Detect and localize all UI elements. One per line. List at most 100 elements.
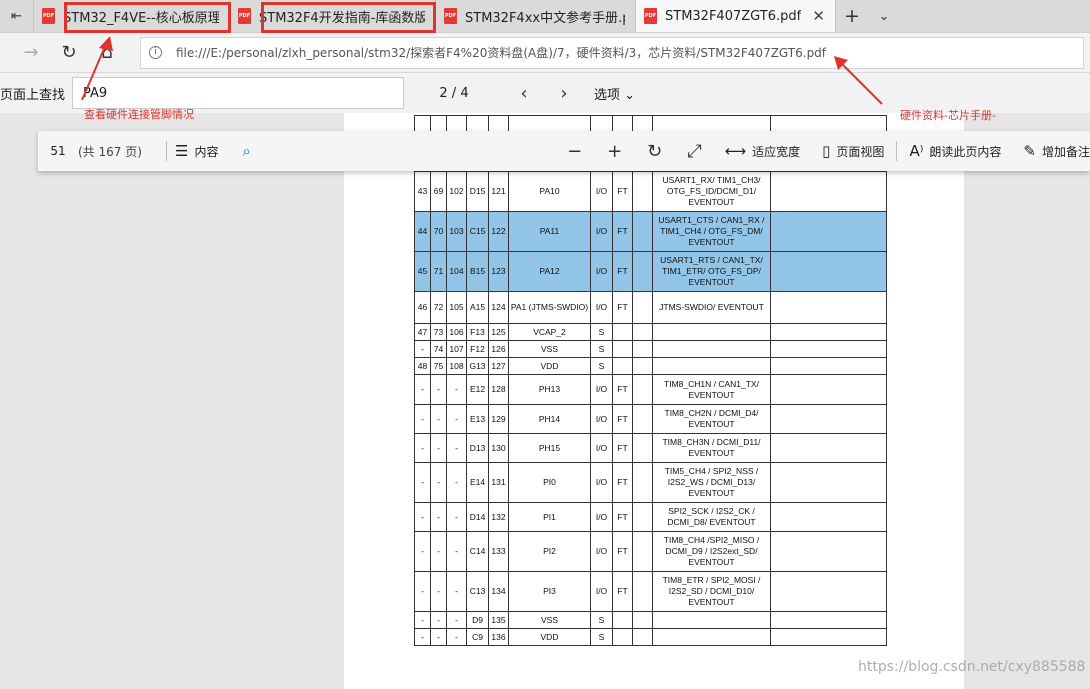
table-row: - - - C9 136 VDD S — [414, 628, 887, 646]
find-input[interactable]: PA9 — [72, 77, 404, 109]
table-cell: 102 — [446, 171, 467, 212]
cell-text: - — [437, 586, 440, 596]
page-number-input[interactable]: 51 — [38, 144, 78, 158]
pdf-icon: PDF — [238, 8, 251, 24]
cell-text: S — [598, 614, 605, 625]
table-cell: 47 — [414, 323, 431, 341]
add-note-button[interactable]: ✎ 增加备注 — [1023, 142, 1090, 160]
table-cell: - — [414, 433, 431, 463]
table-cell: - — [446, 374, 467, 405]
tab-list-button[interactable]: ⌄ — [868, 0, 900, 32]
table-cell: USART1_RTS / CAN1_TX/ TIM1_ETR/ OTG_FS_D… — [652, 251, 771, 292]
table-cell: 124 — [488, 291, 509, 324]
page-total: (共 167 页) — [78, 144, 142, 159]
cell-text: I/O — [595, 266, 608, 276]
table-cell: PH14 — [508, 404, 591, 434]
cell-text: - — [437, 384, 440, 394]
table-cell: 127 — [488, 357, 509, 375]
table-cell: 129 — [488, 404, 509, 434]
cell-text: - — [421, 384, 424, 394]
table-cell: I/O — [590, 251, 613, 292]
cell-text: 106 — [449, 326, 464, 337]
tab-datasheet[interactable]: PDF STM32F407ZGT6.pdf ✕ — [636, 0, 836, 32]
table-cell: 136 — [488, 628, 509, 646]
table-cell: - — [446, 502, 467, 532]
refresh-button[interactable]: ↻ — [50, 35, 88, 71]
table-cell: - — [446, 462, 467, 503]
zoom-in-button[interactable]: + — [595, 141, 635, 162]
cell-text: FT — [617, 546, 628, 556]
cell-text: C13 — [469, 586, 486, 596]
table-row: 48 75 108 G13 127 VDD S — [414, 357, 887, 375]
table-cell: - — [430, 571, 447, 612]
pdf-viewer[interactable]: 4268101E15120PA9I/OFTI2C3_SMBA / DCMI_D0… — [0, 113, 1090, 689]
page-icon: ▯ — [822, 142, 831, 160]
info-icon[interactable]: i — [149, 46, 162, 59]
read-aloud-button[interactable]: A⁾ 朗读此页内容 — [909, 142, 1001, 160]
new-tab-button[interactable]: + — [836, 0, 868, 32]
table-cell — [770, 433, 887, 463]
search-button[interactable]: ⌕ — [242, 142, 256, 160]
cell-text: 71 — [433, 266, 444, 276]
fit-width-icon: ⟷ — [724, 142, 747, 160]
table-cell: PH13 — [508, 374, 591, 405]
tab-actions-button[interactable]: ⇤ — [0, 0, 34, 32]
table-cell: 107 — [446, 340, 467, 358]
table-cell — [770, 404, 887, 434]
tab-reference-manual[interactable]: PDF STM32F4xx中文参考手册.pc — [436, 0, 636, 32]
close-icon[interactable]: ✕ — [802, 7, 825, 25]
table-cell — [632, 323, 653, 341]
table-cell: I/O — [590, 462, 613, 503]
table-cell: F12 — [466, 340, 489, 358]
pen-icon: ✎ — [1023, 142, 1036, 160]
cell-text: PI0 — [543, 477, 556, 487]
tab-schematic[interactable]: PDF STM32_F4VE--核心板原理图 — [34, 0, 230, 32]
tab-dev-guide[interactable]: PDF STM32F4开发指南-库函数版 — [230, 0, 436, 32]
table-cell: FT — [612, 211, 633, 252]
table-cell: 105 — [446, 291, 467, 324]
cell-text: - — [437, 442, 440, 453]
contents-button[interactable]: ☰ 内容 — [175, 142, 218, 160]
cell-text: FT — [617, 226, 628, 236]
tab-strip: ⇤ PDF STM32_F4VE--核心板原理图 PDF STM32F4开发指南… — [0, 0, 1090, 33]
table-row: - - - D14 132 PI1 I/O FT SPI2_SCK / I2S2_CK / DC… — [414, 502, 887, 532]
table-cell: 103 — [446, 211, 467, 252]
table-cell: VDD — [508, 357, 591, 375]
table-row: - - - C13 134 PI3 I/O FT TIM8_ETR / SPI2_MOSI / … — [414, 571, 887, 612]
rotate-button[interactable]: ↻ — [635, 141, 675, 162]
cell-text: 125 — [491, 326, 506, 337]
tab-label: STM32_F4VE--核心板原理图 — [63, 10, 219, 26]
forward-button[interactable]: → — [12, 35, 50, 71]
find-next-button[interactable]: › — [544, 83, 584, 104]
cell-text: 132 — [491, 511, 506, 522]
cell-text: TIM8_CH3N / DCMI_D11/ EVENTOUT — [662, 437, 761, 458]
page-view-button[interactable]: ▯ 页面视图 — [822, 142, 884, 160]
table-cell — [632, 611, 653, 629]
table-cell: 135 — [488, 611, 509, 629]
table-cell: - — [446, 628, 467, 646]
fullscreen-button[interactable]: ⤢ — [675, 141, 715, 162]
table-cell — [770, 291, 887, 324]
cell-text: I/O — [595, 546, 608, 556]
cell-text: 127 — [491, 360, 506, 371]
find-previous-button[interactable]: ‹ — [504, 83, 544, 104]
cell-text: S — [598, 360, 605, 371]
table-cell: PH15 — [508, 433, 591, 463]
cell-text: 103 — [449, 226, 464, 236]
cell-text: 129 — [491, 413, 506, 424]
fit-width-button[interactable]: ⟷ 适应宽度 — [725, 142, 801, 160]
table-cell: C15 — [466, 211, 489, 252]
table-row: 44 70 103 C15 122 PA11 I/O FT USART1_CTS / CAN1_… — [414, 211, 887, 252]
table-cell: PI3 — [508, 571, 591, 612]
zoom-out-button[interactable]: − — [555, 141, 595, 162]
cell-text: PI2 — [543, 546, 556, 556]
toolbar-divider — [896, 141, 898, 161]
table-cell: PI0 — [508, 462, 591, 503]
find-options-button[interactable]: 选项 ⌄ — [594, 84, 635, 103]
pdf-icon: PDF — [42, 8, 55, 24]
url-field[interactable]: i file:///E:/personal/zlxh_personal/stm3… — [140, 36, 1084, 69]
table-cell — [652, 340, 771, 358]
home-button[interactable]: ⌂ — [88, 35, 126, 71]
table-cell: - — [430, 502, 447, 532]
table-cell: - — [430, 531, 447, 572]
